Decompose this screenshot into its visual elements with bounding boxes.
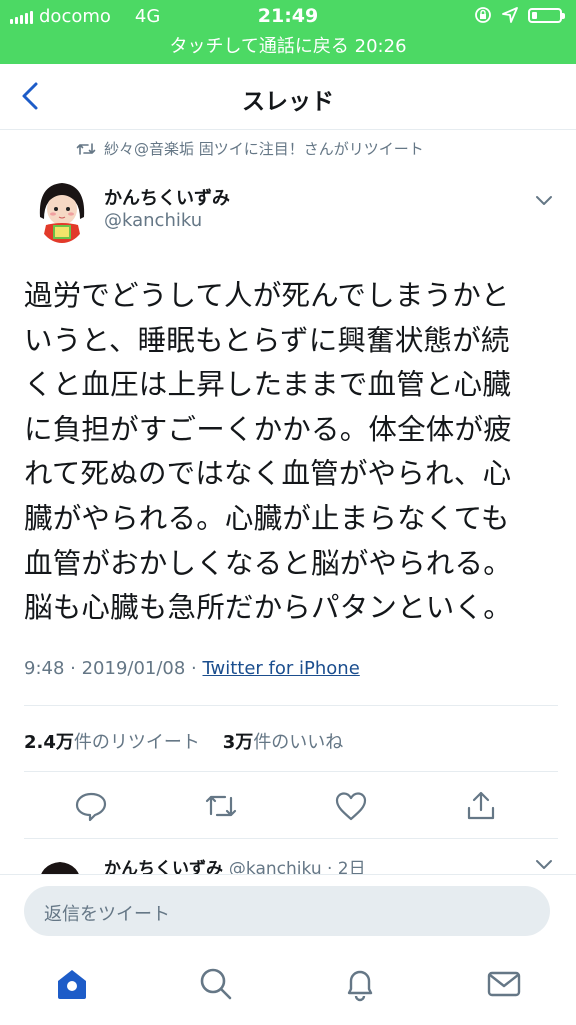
retweet-count-label: 件のリツイート: [73, 732, 200, 753]
retweet-count: 2.4万: [24, 732, 74, 753]
avatar-illustration: [36, 177, 88, 243]
tweet-line: に負担がすごーくかかる。体全体が疲: [24, 412, 512, 446]
tweet-line: 血管がおかしくなると脳がやられる。: [24, 546, 512, 580]
messages-envelope-icon[interactable]: [484, 964, 524, 1004]
reply-compose-field[interactable]: 返信をツイート: [24, 886, 550, 936]
retweet-count-link[interactable]: 2.4万件のリツイート: [24, 732, 200, 753]
avatar[interactable]: [36, 177, 88, 243]
tweet-line: 過労でどうして人が死んでしまうかと: [24, 279, 510, 312]
tweet-line: いうと、睡眠もとらずに興奮状態が続: [24, 323, 510, 357]
navigation-bar: スレッド: [0, 64, 576, 130]
battery-icon: [528, 7, 565, 23]
retweet-icon: [76, 142, 96, 155]
search-icon[interactable]: [196, 964, 236, 1004]
status-bar: docomo 4G 21:49 タッチして通話に戻る 20:26: [0, 0, 576, 64]
tweet-line: 臓がやられる。心臓が止まらなくても: [24, 501, 510, 535]
share-icon[interactable]: [463, 788, 499, 824]
page-title: スレッド: [242, 89, 334, 115]
return-to-call-banner[interactable]: タッチして通話に戻る 20:26: [0, 32, 576, 58]
reply-placeholder: 返信をツイート: [44, 904, 170, 925]
tweet-meta: 9:48 · 2019/01/08 · Twitter for iPhone: [24, 658, 360, 679]
reply-icon[interactable]: [73, 788, 109, 824]
retweet-action-icon[interactable]: [203, 788, 239, 824]
notifications-bell-icon[interactable]: [340, 964, 380, 1004]
status-icons: [474, 6, 565, 24]
like-count-label: 件のいいね: [253, 732, 344, 753]
retweet-context[interactable]: 紗々@音楽垢 固ツイに注目！さんがリツイート: [76, 138, 424, 159]
author-handle[interactable]: @kanchiku: [104, 210, 202, 231]
location-icon: [502, 7, 518, 23]
tweet-line: くと血圧は上昇したままで血管と心臓: [24, 368, 512, 402]
like-count-link[interactable]: 3万件のいいね: [223, 732, 344, 753]
orientation-lock-icon: [475, 7, 491, 23]
divider: [24, 838, 558, 839]
divider: [24, 705, 558, 706]
divider: [24, 771, 558, 772]
author-name[interactable]: かんちくいずみ: [104, 184, 230, 210]
chevron-down-icon[interactable]: [532, 188, 556, 212]
tweet-timestamp: 9:48 · 2019/01/08 ·: [24, 658, 203, 679]
retweet-context-label: 紗々@音楽垢 固ツイに注目！さんがリツイート: [104, 140, 424, 158]
tweet-source-link[interactable]: Twitter for iPhone: [203, 658, 360, 679]
chevron-down-icon[interactable]: [532, 852, 556, 876]
tweet-stats: 2.4万件のリツイート 3万件のいいね: [24, 728, 343, 754]
tweet-text: 過労でどうして人が死んでしまうかと いうと、睡眠もとらずに興奮状態が続 くと血圧…: [24, 274, 560, 631]
home-icon[interactable]: [52, 964, 92, 1004]
tweet-line: れて死ぬのではなく血管がやられ、心: [24, 457, 512, 491]
like-count: 3万: [222, 732, 254, 753]
like-heart-icon[interactable]: [333, 788, 369, 824]
tweet-line: 脳も心臓も急所だからパタンといく。: [24, 591, 512, 625]
